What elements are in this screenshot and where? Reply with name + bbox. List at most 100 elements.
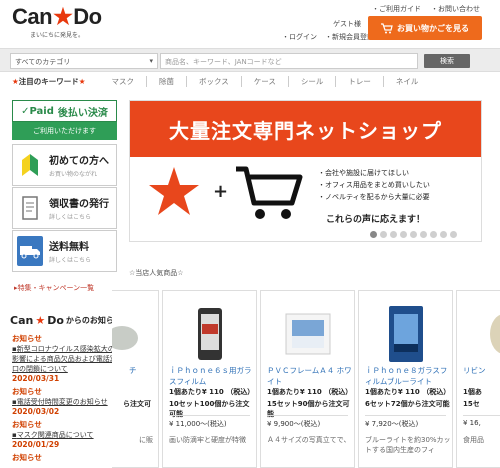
top-links: ご利用ガイド お問い合わせ [372, 4, 480, 14]
hero-banner[interactable]: 大量注文専門ネットショップ + ・会社や施設に届けてほしい ・オフィス用品をまと… [129, 100, 482, 242]
paid-deferred-payment-banner[interactable]: ✓Paid 後払い決済 ご利用いただけます [12, 100, 117, 140]
contact-link[interactable]: お問い合わせ [431, 4, 480, 14]
carousel-dot[interactable] [450, 231, 457, 238]
product-promo: 10セット100個から注文可能 [169, 400, 250, 418]
truck-icon [17, 236, 43, 266]
paid-title: 後払い決済 [57, 107, 108, 119]
carousel-dot[interactable] [370, 231, 377, 238]
carousel-dot[interactable] [390, 231, 397, 238]
receipt-issue-button[interactable]: 領収書の発行 詳しくはこちら [12, 187, 117, 229]
view-cart-button[interactable]: お買い物かごを見る [368, 16, 482, 40]
search-bar: すべてのカテゴリ ▾ 商品名、キーワード、JANコードなど 検索 [0, 48, 500, 72]
product-promo: 6セット72個から注文可能 [365, 400, 450, 408]
keyword-link[interactable]: ネイル [382, 75, 431, 87]
product-name[interactable]: ｉＰｈｏｎｅ８ガラスフィルムブルーライト [365, 365, 451, 387]
logo-star-icon: ★ [35, 314, 46, 327]
product-card[interactable]: ｉＰｈｏｎｅ８ガラスフィルムブルーライト 1個あたり¥ 110 （税込） 6セッ… [358, 290, 453, 468]
carousel-dot[interactable] [400, 231, 407, 238]
divider [169, 415, 250, 416]
divider [365, 415, 446, 416]
news-heading: Can ★ Do からのお知らせ [10, 314, 122, 327]
star-icon: ★ [12, 76, 19, 86]
star-icon [149, 167, 199, 215]
logo-star-icon: ★ [53, 4, 73, 29]
star-icon: ★ [78, 76, 86, 86]
product-name[interactable]: ＰＶＣフレームＡ４ ホワイト [267, 365, 353, 387]
news-date: 2020/03/31 [12, 374, 60, 383]
product-description: ブルーライトを約30%カットする国内生産のフィ [365, 436, 451, 454]
news-item: お知らせ ▪マスク関連商品について 2020/01/29 [12, 419, 120, 449]
site-logo[interactable]: Can ★ Do まいにちに発見を。 [12, 6, 132, 42]
keyword-link[interactable]: トレー [335, 75, 383, 87]
product-card[interactable]: ＰＶＣフレームＡ４ ホワイト 1個あたり¥ 110 （税込） 15セット90個か… [260, 290, 355, 468]
carousel-dot[interactable] [410, 231, 417, 238]
product-description: Ａ４サイズの写真立てで、 [267, 436, 351, 444]
beginner-leaf-icon [17, 150, 43, 180]
product-name[interactable]: ｉＰｈｏｎｅ６ｓ用ガラスフィルム [169, 365, 255, 387]
search-input[interactable]: 商品名、キーワード、JANコードなど [160, 53, 418, 69]
keyword-link[interactable]: シール [287, 75, 336, 87]
keyword-link[interactable]: マスク [99, 76, 146, 87]
first-time-sub: お買い物のながれ [49, 171, 98, 178]
login-link[interactable]: ログイン [282, 32, 317, 42]
keyword-link[interactable]: ケース [240, 75, 288, 87]
receipt-sub: 詳しくはこちら [49, 214, 92, 221]
paid-subtitle: ご利用いただけます [12, 122, 117, 140]
featured-keywords: ★注目のキーワード★ マスク 除菌 ボックス ケース シール トレー ネイル [12, 74, 430, 88]
news-link[interactable]: ▪新型コロナウイルス感染拡大の影響による商品欠品および電話窓口の閉鎖について [12, 344, 120, 374]
logo-brand-left: Can [12, 4, 53, 29]
news-label: お知らせ [12, 334, 42, 343]
paid-logo: ✓Paid [21, 105, 54, 117]
product-set-price: ¥ 11,000～(税込) [169, 420, 227, 428]
product-unit-price: 1個あたり¥ 110 （税込） [365, 388, 451, 396]
product-unit-price: 1個あたり¥ 110 （税込） [267, 388, 353, 396]
product-name[interactable]: リビン [463, 365, 500, 376]
category-select[interactable]: すべてのカテゴリ ▾ [10, 53, 158, 69]
banner-bullet: ・オフィス用品をまとめ買いしたい [318, 181, 430, 189]
receipt-title: 領収書の発行 [49, 199, 109, 210]
logo-brand-right: Do [73, 4, 102, 29]
banner-bullet: ・ノベルティを配るから大量に必要 [318, 193, 430, 201]
product-description: 食用品 [463, 436, 484, 444]
free-shipping-title: 送料無料 [49, 242, 89, 253]
special-campaign-link[interactable]: ▸特集・キャンペーン一覧 [14, 283, 94, 293]
product-image [467, 301, 500, 367]
news-date: 2020/01/29 [12, 440, 60, 449]
product-card[interactable]: リビン 1個あ 15セ ¥ 16, 食用品 [456, 290, 500, 468]
guide-link[interactable]: ご利用ガイド [372, 4, 421, 14]
product-promo: 15セット90個から注文可能 [267, 400, 350, 418]
banner-call-to-action: これらの声に応えます！ [326, 215, 426, 225]
carousel-dot[interactable] [430, 231, 437, 238]
product-image [271, 301, 345, 367]
view-cart-label: お買い物かごを見る [397, 23, 469, 33]
first-time-guide-button[interactable]: 初めての方へ お買い物のながれ [12, 144, 117, 186]
carousel-dot[interactable] [420, 231, 427, 238]
product-card[interactable]: ｉＰｈｏｎｅ６ｓ用ガラスフィルム 1個あたり¥ 110 （税込） 10セット10… [162, 290, 257, 468]
search-button[interactable]: 検索 [424, 54, 470, 68]
account-links: ログイン 新規会員登録 [282, 32, 374, 42]
product-set-price: ¥ 16, [463, 419, 481, 427]
popular-products-heading: ☆当店人気商品☆ [129, 269, 184, 277]
plus-icon: + [213, 181, 229, 202]
carousel-dot[interactable] [440, 231, 447, 238]
free-shipping-button[interactable]: 送料無料 詳しくはこちら [12, 230, 117, 272]
news-link[interactable]: ▪マスク関連商品について [12, 430, 120, 440]
product-unit-price: 1個あたり¥ 110 （税込） [169, 388, 255, 396]
carousel-dot[interactable] [380, 231, 387, 238]
register-link[interactable]: 新規会員登録 [325, 32, 374, 42]
keyword-link[interactable]: ボックス [185, 75, 241, 87]
news-link[interactable]: ▪電話受付時間変更のお知らせ [12, 397, 120, 407]
product-image [369, 301, 443, 367]
product-image [173, 301, 247, 367]
product-description: 画い防滴牢と硬度が特徴 [169, 436, 246, 444]
news-label: お知らせ [12, 420, 42, 429]
product-promo: 15セ [463, 400, 480, 408]
cart-icon [381, 22, 393, 33]
shopping-cart-icon [236, 166, 303, 219]
keyword-link[interactable]: 除菌 [145, 75, 186, 87]
news-label: お知らせ [12, 453, 42, 462]
news-item: お知らせ [12, 452, 120, 463]
banner-headline: 大量注文専門ネットショップ [130, 101, 481, 157]
product-card[interactable]: チ ら注文可 に販 [112, 290, 159, 468]
receipt-icon [17, 193, 43, 223]
